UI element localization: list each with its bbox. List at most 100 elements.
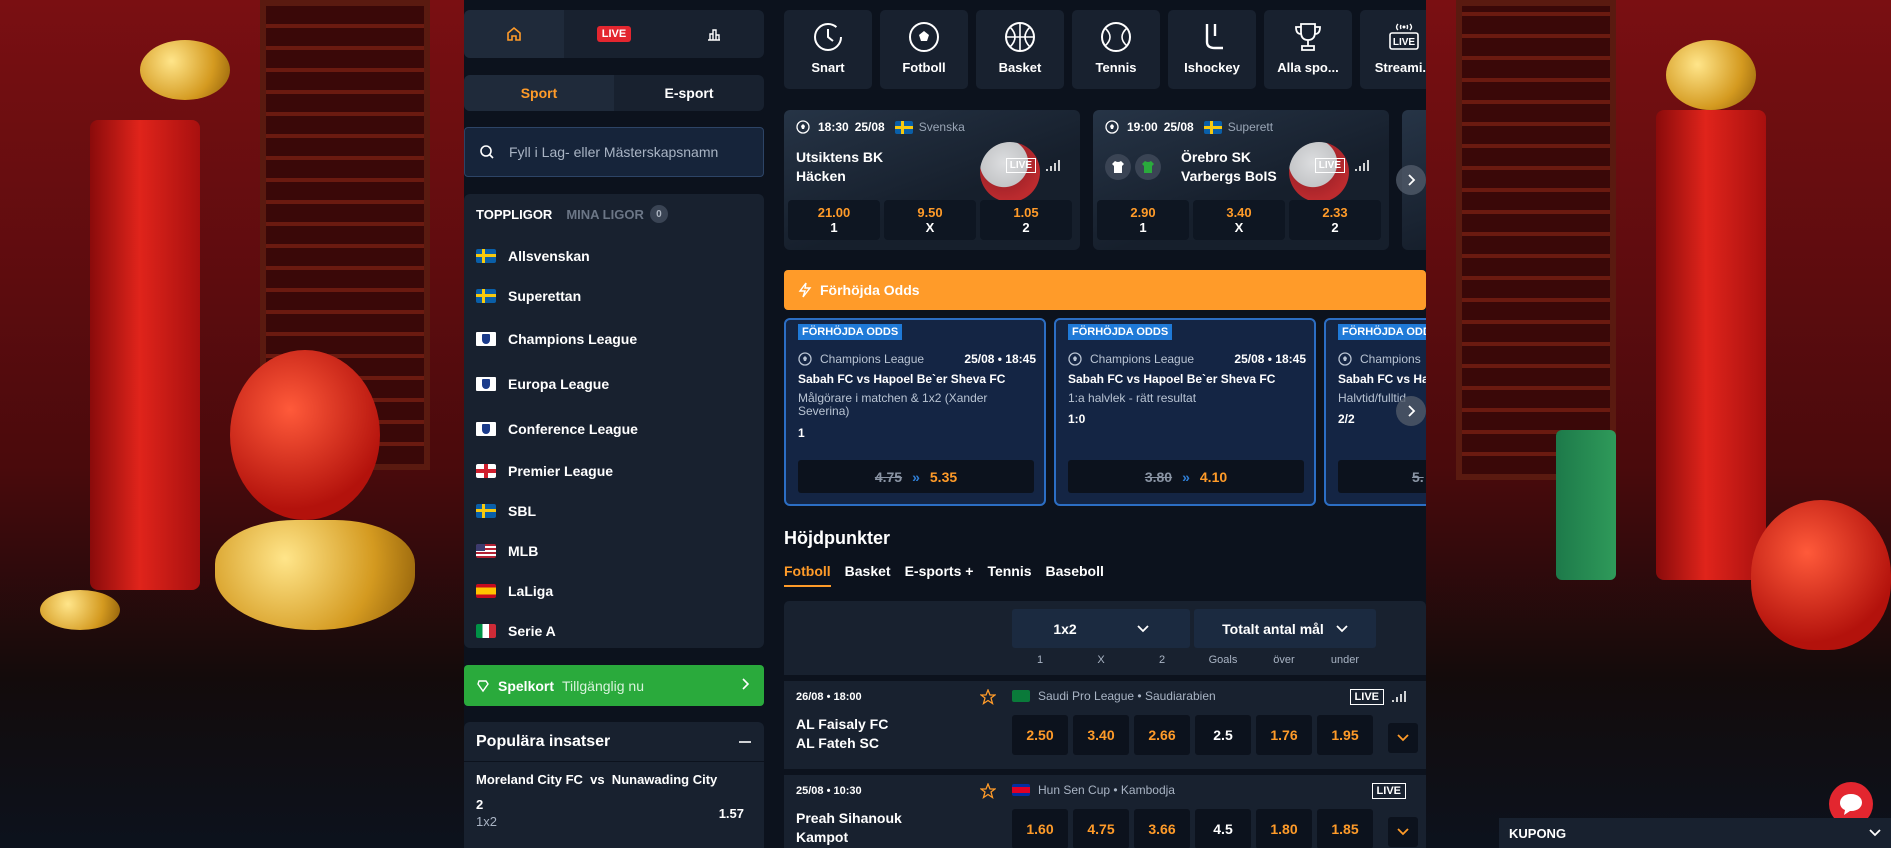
home-team: Utsiktens BK	[796, 149, 884, 165]
carousel-next-button[interactable]	[1396, 165, 1426, 195]
category-snart[interactable]: Snart	[784, 10, 872, 89]
category-streaming[interactable]: LIVE Streami...	[1360, 10, 1426, 89]
boosted-league: Champions League	[820, 352, 925, 366]
jersey-icon	[1105, 154, 1131, 180]
category-fotboll[interactable]: Fotboll	[880, 10, 968, 89]
odds-button[interactable]: 1.60	[1012, 809, 1068, 848]
category-tennis[interactable]: Tennis	[1072, 10, 1160, 89]
star-icon[interactable]	[980, 689, 996, 705]
sidebar-item-sbl[interactable]: SBL	[476, 503, 536, 519]
league-label: Europa League	[508, 376, 610, 392]
column-header: över	[1273, 654, 1295, 666]
leagues-tabs: TOPPLIGOR MINA LIGOR 0	[464, 194, 764, 234]
odds-button[interactable]: 1.80	[1256, 809, 1312, 848]
odds-button[interactable]: 4.75	[1073, 809, 1129, 848]
odds-button[interactable]: 2.33 2	[1289, 200, 1381, 240]
sidebar-item-champions-league[interactable]: Champions League	[476, 331, 637, 347]
table-row[interactable]: 26/08 • 18:00 Saudi Pro League • Saudiar…	[784, 675, 1426, 765]
live-match-card[interactable]: 19:00 25/08 Superett Örebro SK Varbergs …	[1093, 110, 1389, 250]
popular-bets-header[interactable]: Populära insatser	[464, 722, 764, 762]
odds-button[interactable]: 1.05 2	[980, 200, 1072, 240]
boosted-odds-button[interactable]: 3.80 » 4.10	[1068, 460, 1304, 493]
boosted-odds-card[interactable]: FÖRHÖJDA ODDS Champions League 25/08 • 1…	[1054, 318, 1316, 506]
boosted-odds-title: Förhöjda Odds	[820, 282, 920, 298]
boosted-tag: FÖRHÖJDA ODDS	[1068, 324, 1173, 340]
flag-sweden-icon	[894, 120, 913, 134]
tab-sport[interactable]: Sport	[464, 75, 614, 111]
tab-basket[interactable]: Basket	[845, 563, 891, 587]
odds-button[interactable]: 1.76	[1256, 715, 1312, 755]
odds-button[interactable]: 3.40 X	[1193, 200, 1285, 240]
boosted-odds-card[interactable]: FÖRHÖJDA ODDS Champions League 25/08 • 1…	[784, 318, 1046, 506]
category-ishockey[interactable]: Ishockey	[1168, 10, 1256, 89]
old-odds: 5.	[1412, 468, 1424, 485]
tab-baseboll[interactable]: Baseboll	[1046, 563, 1104, 587]
tab-esport[interactable]: E-sport	[614, 75, 764, 111]
tab-fotboll[interactable]: Fotboll	[784, 563, 831, 587]
candle-decoration	[1556, 430, 1616, 580]
signal-bars-icon	[1392, 691, 1406, 702]
star-icon[interactable]	[980, 783, 996, 799]
odds-button[interactable]: 9.50 X	[884, 200, 976, 240]
tab-toppligor[interactable]: TOPPLIGOR	[476, 207, 552, 222]
uefa-icon	[476, 422, 496, 436]
stats-nav-button[interactable]	[664, 10, 764, 58]
odds-button[interactable]: 2.90 1	[1097, 200, 1189, 240]
tab-tennis[interactable]: Tennis	[987, 563, 1031, 587]
flag-saudi-icon	[1012, 690, 1030, 702]
new-odds: 4.10	[1199, 468, 1228, 485]
category-label: Alla spo...	[1277, 60, 1339, 75]
boosted-tag: FÖRHÖJDA ODDS	[1338, 324, 1426, 340]
live-card-league: Superett	[1227, 120, 1274, 134]
kupong-title: KUPONG	[1509, 825, 1567, 841]
sidebar-item-mlb[interactable]: MLB	[476, 543, 538, 559]
sidebar: LIVE Sport E-sport TOPPLIGOR MINA LIGOR …	[464, 0, 764, 848]
carousel-next-button[interactable]	[1396, 396, 1426, 426]
kupong-bar[interactable]: KUPONG	[1499, 818, 1891, 848]
table-row[interactable]: 25/08 • 10:30 Hun Sen Cup • Kambodja LIV…	[784, 769, 1426, 848]
background-decoration-right	[1426, 0, 1891, 848]
tab-esports[interactable]: E-sports +	[905, 563, 974, 587]
popular-bet-odds[interactable]: 1.57	[719, 806, 744, 821]
spelkort-sub: Tillgänglig nu	[562, 677, 644, 694]
sidebar-item-laliga[interactable]: LaLiga	[476, 583, 553, 599]
boosted-datetime: 25/08 • 18:45	[1234, 352, 1306, 366]
home-nav-button[interactable]	[464, 10, 564, 58]
expand-row-button[interactable]	[1388, 723, 1418, 753]
odds-button[interactable]: 21.00 1	[788, 200, 880, 240]
sidebar-item-allsvenskan[interactable]: Allsvenskan	[476, 248, 590, 264]
category-alla-sporter[interactable]: Alla spo...	[1264, 10, 1352, 89]
market-select-value: 1x2	[1053, 620, 1077, 637]
category-label: Streami...	[1374, 60, 1426, 75]
odds-button[interactable]: 3.66	[1134, 809, 1190, 848]
live-card-odds: 21.00 1 9.50 X 1.05 2	[788, 200, 1072, 240]
sidebar-item-premier-league[interactable]: Premier League	[476, 463, 613, 479]
sidebar-item-superettan[interactable]: Superettan	[476, 288, 581, 304]
sidebar-item-europa-league[interactable]: Europa League	[476, 376, 609, 392]
tab-mina-ligor[interactable]: MINA LIGOR 0	[566, 205, 668, 223]
odds-button[interactable]: 1.85	[1317, 809, 1373, 848]
expand-row-button[interactable]	[1388, 817, 1418, 847]
market-select-1x2[interactable]: 1x2	[1012, 609, 1190, 648]
category-basket[interactable]: Basket	[976, 10, 1064, 89]
boosted-odds-button[interactable]: 4.75 » 5.35	[798, 460, 1034, 493]
league-label: LaLiga	[508, 583, 554, 599]
match-teams: Preah Sihanouk Kampot	[796, 809, 902, 847]
boosted-odds-header[interactable]: Förhöjda Odds	[784, 270, 1426, 310]
spelkort-button[interactable]: Spelkort Tillgänglig nu	[464, 665, 764, 706]
popular-bet-item[interactable]: Moreland City FC vs Nunawading City 2 1x…	[464, 762, 764, 839]
market-select-total-goals[interactable]: Totalt antal mål	[1194, 609, 1376, 648]
odds-button[interactable]: 1.95	[1317, 715, 1373, 755]
odds-button[interactable]: 2.66	[1134, 715, 1190, 755]
odds-button[interactable]: 2.50	[1012, 715, 1068, 755]
match-time: 25/08 • 10:30	[796, 785, 862, 797]
collapse-icon[interactable]	[738, 740, 752, 744]
sidebar-item-conference-league[interactable]: Conference League	[476, 421, 638, 437]
boosted-odds-button[interactable]: 5.	[1338, 460, 1426, 493]
live-nav-button[interactable]: LIVE	[564, 10, 664, 58]
chevron-right-icon	[742, 678, 750, 690]
search-input[interactable]	[509, 144, 749, 160]
sidebar-item-serie-a[interactable]: Serie A	[476, 623, 556, 639]
live-match-card[interactable]: 18:30 25/08 Svenska Utsiktens BK Häcken …	[784, 110, 1080, 250]
odds-button[interactable]: 3.40	[1073, 715, 1129, 755]
